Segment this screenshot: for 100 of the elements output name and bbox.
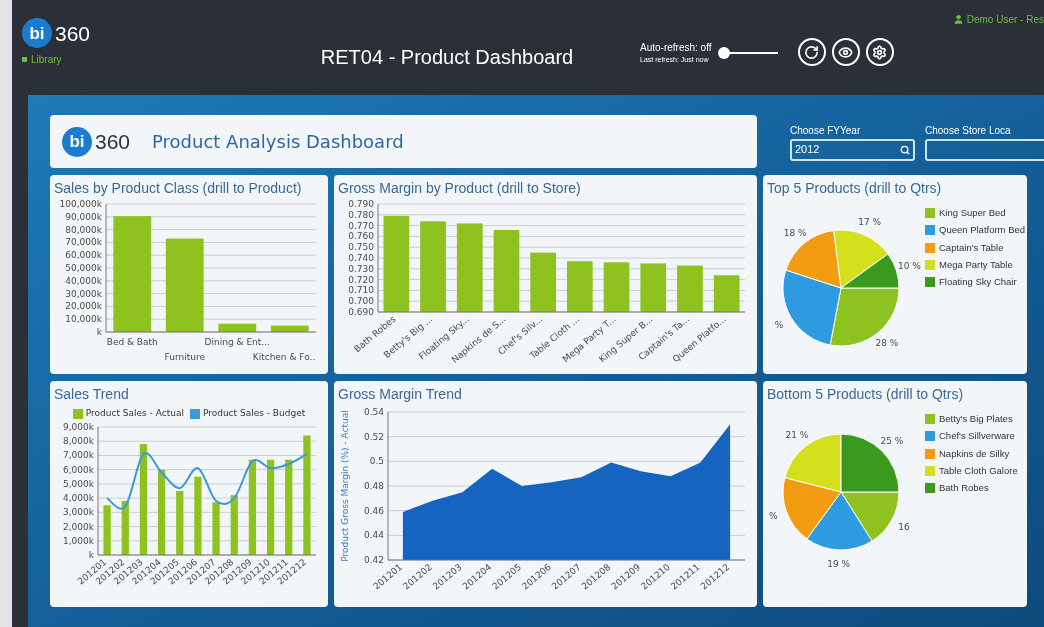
- legend-swatch: [925, 208, 935, 219]
- axis-label: 0.720: [348, 274, 374, 285]
- category-label: Kitchen & Fo..: [252, 352, 316, 362]
- slice-label: 10 %: [898, 260, 921, 271]
- axis-label: 60,000k: [65, 250, 102, 261]
- legend-swatch: [925, 259, 935, 270]
- axis-label: 0.48: [363, 481, 384, 491]
- legend-label: Bath Robes: [939, 481, 989, 495]
- library-link[interactable]: Library: [22, 52, 272, 67]
- view-button[interactable]: [831, 38, 860, 66]
- axis-label: 10,000k: [65, 314, 102, 325]
- axis-label: 50,000k: [65, 263, 102, 273]
- pie-slice: [840, 491, 900, 542]
- axis-label: 1,000k: [63, 535, 94, 546]
- axis-label: 100,000k: [59, 199, 102, 209]
- search-field[interactable]: 2012: [790, 138, 915, 161]
- bar: [640, 263, 667, 312]
- axis-label: 9,000k: [63, 421, 94, 432]
- legend-label: Napkins de Silky: [939, 446, 1010, 461]
- axis-label: 0.790: [348, 199, 374, 209]
- axis-label: 4,000k: [63, 492, 94, 503]
- legend-label: Captain's Table: [939, 240, 1004, 255]
- legend-label: Chef's Sillverware: [939, 429, 1015, 444]
- slice-label: 17 %: [858, 216, 882, 227]
- legend-swatch: [189, 408, 200, 419]
- axis-label: k: [88, 549, 94, 560]
- axis-label: 0.740: [348, 253, 374, 263]
- category-label: Dining & Ent...: [204, 337, 270, 347]
- bar: [270, 325, 309, 332]
- bar: [677, 265, 703, 312]
- slice-label: %: [769, 511, 778, 522]
- bullet-icon: [22, 57, 27, 62]
- axis-label: 0.780: [348, 209, 374, 220]
- legend-swatch: [925, 414, 935, 425]
- legend-swatch: [925, 465, 935, 476]
- axis-label: 0.42: [363, 555, 384, 565]
- pie-slice: [784, 433, 842, 493]
- chart-title: Sales by Product Class (drill to Product): [54, 179, 303, 198]
- bar: [603, 262, 630, 312]
- pie-slice: [782, 477, 842, 540]
- axis-label: 0.710: [348, 285, 374, 296]
- axis-title: Product Gross Margin (%) - Actual: [340, 410, 350, 562]
- auto-refresh-label: Auto-refresh: off: [640, 41, 712, 55]
- axis-label: 30,000k: [65, 288, 102, 299]
- settings-button[interactable]: [865, 38, 894, 66]
- axis-label: 0.690: [348, 307, 374, 317]
- bar: [713, 275, 740, 312]
- filter-label: Choose FYYear: [790, 123, 862, 138]
- legend-label: King Super Bed: [939, 206, 1006, 220]
- bar: [176, 490, 184, 555]
- axis-label: 0.730: [348, 263, 374, 274]
- slice-label: 16: [898, 521, 910, 532]
- legend-label: Product Sales - Actual: [85, 407, 184, 420]
- slice-label: 28 %: [875, 338, 899, 349]
- chart-title: Sales Trend: [54, 385, 130, 404]
- legend-swatch: [72, 408, 83, 419]
- axis-label: 0.46: [363, 505, 384, 516]
- bar: [230, 494, 238, 555]
- gear-icon: [872, 44, 888, 60]
- axis-label: 0.700: [348, 296, 374, 307]
- chart-title: Gross Margin by Product (drill to Store): [338, 179, 582, 198]
- legend-label: Table Cloth Galore: [939, 463, 1018, 478]
- bar: [218, 323, 257, 332]
- legend-label: Betty's Big Plates: [939, 412, 1013, 426]
- chart-title: Gross Margin Trend: [338, 385, 463, 404]
- slice-label: 18 %: [783, 227, 807, 238]
- eye-icon: [838, 44, 854, 60]
- refresh-button[interactable]: [797, 38, 826, 66]
- axis-label: 0.52: [363, 431, 384, 442]
- axis-label: 0.44: [363, 530, 384, 541]
- filter-label: Choose Store Loca: [925, 123, 1012, 138]
- axis-label: 0.54: [363, 407, 384, 417]
- slice-label: %: [774, 319, 784, 330]
- slice-label: 19 %: [827, 558, 851, 569]
- dashboard-title: Product Analysis Dashboard: [152, 130, 404, 154]
- bar: [530, 252, 556, 312]
- axis-label: 6,000k: [63, 464, 94, 475]
- legend-swatch: [925, 483, 935, 494]
- bar: [567, 261, 593, 312]
- legend-swatch: [925, 225, 935, 236]
- refresh-icon: [804, 44, 820, 60]
- axis-label: 90,000k: [65, 211, 102, 222]
- page-title: RET04 - Product Dashboard: [319, 45, 575, 70]
- axis-label: 0.770: [348, 220, 374, 231]
- legend-label: Queen Platform Bed: [939, 223, 1026, 238]
- bar: [212, 501, 220, 555]
- axis-label: 80,000k: [65, 224, 102, 235]
- slice-label: 21 %: [785, 430, 809, 441]
- auto-refresh-toggle[interactable]: [717, 46, 778, 59]
- legend-swatch: [925, 277, 935, 288]
- user-name[interactable]: Demo User - Res: [966, 12, 1044, 27]
- legend-swatch: [925, 242, 935, 253]
- logo-text: 360: [95, 131, 131, 152]
- input-field[interactable]: [925, 138, 1044, 161]
- axis-label: k: [96, 327, 102, 337]
- chart-title: Bottom 5 Products (drill to Qtrs): [767, 385, 965, 404]
- axis-label: 0.750: [348, 242, 374, 253]
- axis-label: 3,000k: [63, 506, 94, 517]
- search-icon: [900, 144, 910, 155]
- legend-label: Floating Sky Chair: [939, 275, 1017, 289]
